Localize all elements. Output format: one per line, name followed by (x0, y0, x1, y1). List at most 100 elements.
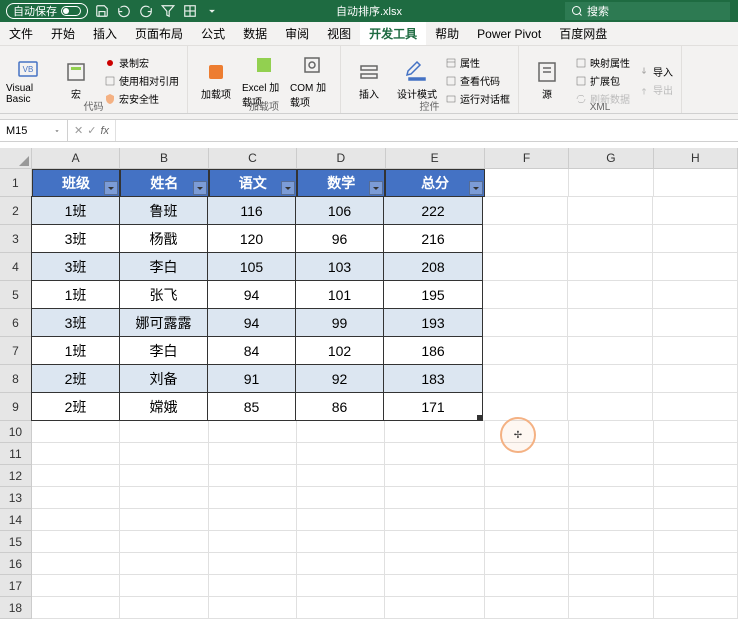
cell-empty[interactable] (385, 443, 484, 465)
cell[interactable]: 3班 (31, 308, 120, 337)
cell[interactable]: 183 (383, 364, 483, 393)
cell-empty[interactable] (32, 531, 120, 553)
cell[interactable]: 208 (383, 252, 483, 281)
cell[interactable]: 106 (295, 196, 384, 225)
redo-icon[interactable] (138, 3, 154, 19)
xml-export-button[interactable]: 导出 (636, 81, 675, 98)
autosave-toggle[interactable]: 自动保存 (6, 3, 88, 19)
cell-empty[interactable] (568, 253, 653, 281)
cell-empty[interactable] (568, 225, 653, 253)
cell[interactable]: 186 (383, 336, 483, 365)
select-all-button[interactable] (0, 148, 32, 169)
spreadsheet-grid[interactable]: ABCDEFGH 1班级姓名语文数学总分21班鲁班11610622233班杨戬1… (0, 148, 738, 619)
cell-empty[interactable] (569, 575, 653, 597)
cell[interactable]: 84 (207, 336, 296, 365)
cell[interactable]: 李白 (119, 336, 208, 365)
cell-empty[interactable] (568, 281, 653, 309)
menu-审阅[interactable]: 审阅 (276, 22, 318, 45)
cell-empty[interactable] (297, 443, 385, 465)
cell-empty[interactable] (654, 169, 738, 197)
menu-页面布局[interactable]: 页面布局 (126, 22, 192, 45)
cell-empty[interactable] (483, 393, 568, 421)
menu-开发工具[interactable]: 开发工具 (360, 22, 426, 45)
menu-Power Pivot[interactable]: Power Pivot (468, 22, 550, 45)
cell[interactable]: 2班 (31, 392, 120, 421)
menu-帮助[interactable]: 帮助 (426, 22, 468, 45)
cell-empty[interactable] (654, 465, 738, 487)
col-header-B[interactable]: B (120, 148, 208, 169)
cell[interactable]: 91 (207, 364, 296, 393)
cell[interactable]: 嫦娥 (119, 392, 208, 421)
col-header-A[interactable]: A (32, 148, 120, 169)
cell-empty[interactable] (485, 575, 569, 597)
cell-empty[interactable] (485, 531, 569, 553)
cell-empty[interactable] (385, 465, 484, 487)
cell-empty[interactable] (653, 365, 738, 393)
cell[interactable]: 班级 (32, 169, 120, 197)
row-header-14[interactable]: 14 (0, 509, 32, 531)
cell-empty[interactable] (485, 169, 569, 197)
cell-empty[interactable] (385, 509, 484, 531)
cell-empty[interactable] (385, 531, 484, 553)
cell-empty[interactable] (654, 487, 738, 509)
menu-百度网盘[interactable]: 百度网盘 (550, 22, 616, 45)
cell-empty[interactable] (569, 169, 653, 197)
undo-icon[interactable] (116, 3, 132, 19)
cell[interactable]: 86 (295, 392, 384, 421)
col-header-C[interactable]: C (209, 148, 297, 169)
cell-empty[interactable] (653, 309, 738, 337)
cell[interactable]: 李白 (119, 252, 208, 281)
cell-empty[interactable] (32, 553, 120, 575)
cell-empty[interactable] (32, 509, 120, 531)
row-header-4[interactable]: 4 (0, 253, 32, 281)
cell[interactable]: 216 (383, 224, 483, 253)
filter-arrow-icon[interactable] (193, 181, 207, 195)
xml-import-button[interactable]: 导入 (636, 63, 675, 80)
filter-arrow-icon[interactable] (469, 181, 483, 195)
cell-empty[interactable] (209, 509, 297, 531)
cell-empty[interactable] (297, 575, 385, 597)
menu-插入[interactable]: 插入 (84, 22, 126, 45)
filter-icon[interactable] (160, 3, 176, 19)
cell-empty[interactable] (209, 553, 297, 575)
cell[interactable]: 数学 (297, 169, 385, 197)
cell-empty[interactable] (32, 443, 120, 465)
cell-empty[interactable] (209, 575, 297, 597)
row-header-16[interactable]: 16 (0, 553, 32, 575)
menu-数据[interactable]: 数据 (234, 22, 276, 45)
properties-button[interactable]: 属性 (443, 54, 512, 71)
relative-ref-button[interactable]: 使用相对引用 (102, 72, 181, 89)
cell-empty[interactable] (209, 487, 297, 509)
cell-empty[interactable] (297, 509, 385, 531)
cell-empty[interactable] (483, 309, 568, 337)
filter-arrow-icon[interactable] (281, 181, 295, 195)
cell[interactable]: 85 (207, 392, 296, 421)
cell[interactable]: 101 (295, 280, 384, 309)
menu-文件[interactable]: 文件 (0, 22, 42, 45)
cell[interactable]: 222 (383, 196, 483, 225)
row-header-10[interactable]: 10 (0, 421, 32, 443)
cell-empty[interactable] (483, 197, 568, 225)
cell-empty[interactable] (32, 575, 120, 597)
cell-empty[interactable] (120, 487, 208, 509)
col-header-G[interactable]: G (569, 148, 653, 169)
cell[interactable]: 杨戬 (119, 224, 208, 253)
filter-arrow-icon[interactable] (104, 181, 118, 195)
cell-empty[interactable] (297, 465, 385, 487)
cell[interactable]: 92 (295, 364, 384, 393)
row-header-15[interactable]: 15 (0, 531, 32, 553)
cell-empty[interactable] (569, 509, 653, 531)
cell-empty[interactable] (654, 443, 738, 465)
row-header-12[interactable]: 12 (0, 465, 32, 487)
cell[interactable]: 120 (207, 224, 296, 253)
cell-empty[interactable] (385, 553, 484, 575)
cell-empty[interactable] (120, 531, 208, 553)
cell[interactable]: 94 (207, 280, 296, 309)
row-header-18[interactable]: 18 (0, 597, 32, 619)
cell-empty[interactable] (483, 253, 568, 281)
cell[interactable]: 3班 (31, 252, 120, 281)
expand-pack-button[interactable]: 扩展包 (573, 72, 632, 89)
cell-empty[interactable] (485, 465, 569, 487)
row-header-3[interactable]: 3 (0, 225, 32, 253)
cell-empty[interactable] (297, 421, 385, 443)
